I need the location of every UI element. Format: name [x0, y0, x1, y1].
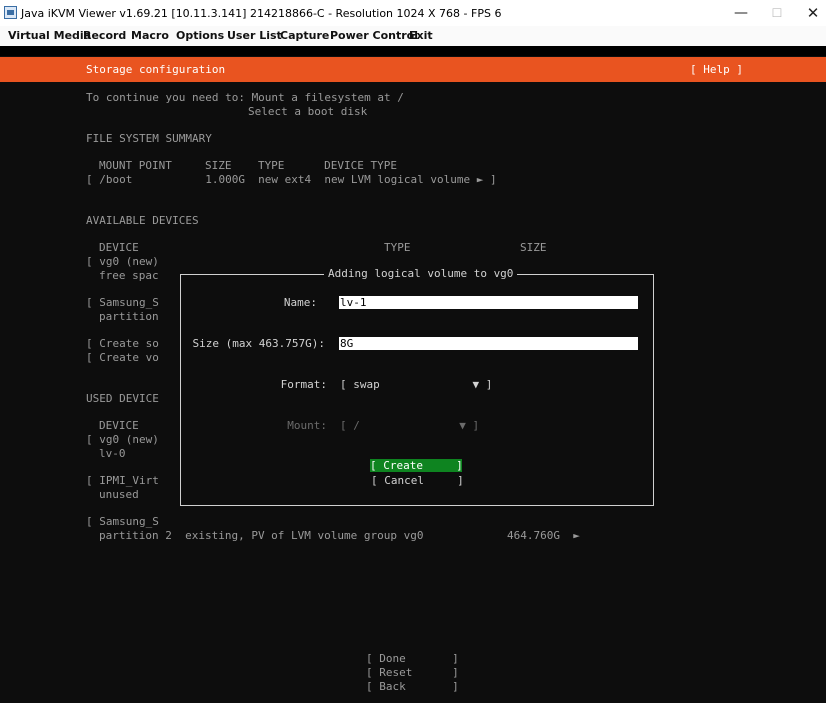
- available-type-col-header: TYPE: [384, 241, 411, 254]
- remote-screen[interactable]: Storage configuration [ Help ] To contin…: [0, 46, 826, 703]
- help-button[interactable]: [ Help ]: [690, 63, 743, 76]
- back-button[interactable]: [ Back ]: [366, 680, 459, 693]
- menu-exit[interactable]: Exit: [409, 29, 433, 42]
- mount-label: Mount:: [287, 419, 327, 432]
- window-titlebar: Java iKVM Viewer v1.69.21 [10.11.3.141] …: [0, 0, 826, 26]
- cancel-button[interactable]: [ Cancel ]: [371, 474, 464, 487]
- close-button[interactable]: ✕: [796, 0, 826, 26]
- dialog-title: Adding logical volume to vg0: [324, 267, 518, 280]
- menu-power-control[interactable]: Power Control: [330, 29, 418, 42]
- maximize-button[interactable]: ☐: [760, 0, 794, 26]
- create-software-raid-button[interactable]: [ Create so: [86, 337, 159, 350]
- available-device-col-header: DEVICE: [99, 241, 139, 254]
- used-ipmi-row[interactable]: [ IPMI_Virt: [86, 474, 159, 487]
- available-samsung-row[interactable]: [ Samsung_S: [86, 296, 159, 309]
- name-input[interactable]: lv-1: [339, 296, 638, 309]
- menu-options[interactable]: Options: [176, 29, 224, 42]
- used-vg0-row[interactable]: [ vg0 (new): [86, 433, 159, 446]
- screen-top-band: [0, 46, 826, 56]
- menu-user-list[interactable]: User List: [227, 29, 282, 42]
- intro-line-2: Select a boot disk: [248, 105, 368, 118]
- done-button[interactable]: [ Done ]: [366, 652, 459, 665]
- fs-summary-heading: FILE SYSTEM SUMMARY: [86, 132, 212, 145]
- used-partition-2: partition 2 existing, PV of LVM volume g…: [99, 529, 424, 542]
- create-button[interactable]: [ Create ]: [370, 459, 463, 472]
- menu-bar: Virtual Media Record Macro Options User …: [0, 26, 826, 47]
- mount-select: [ / ▼ ]: [340, 419, 480, 432]
- used-devices-heading: USED DEVICE: [86, 392, 159, 405]
- used-unused-label: unused: [99, 488, 139, 501]
- menu-virtual-media[interactable]: Virtual Media: [8, 29, 91, 42]
- format-label: Format:: [280, 378, 327, 391]
- menu-record[interactable]: Record: [83, 29, 126, 42]
- used-lv0: lv-0: [99, 447, 126, 460]
- available-size-col-header: SIZE: [520, 241, 547, 254]
- fs-summary-header: MOUNT POINT SIZE TYPE DEVICE TYPE: [99, 159, 398, 172]
- format-select[interactable]: [ swap ▼ ]: [340, 378, 492, 391]
- used-device-col-header: DEVICE: [99, 419, 139, 432]
- menu-capture[interactable]: Capture: [280, 29, 329, 42]
- available-free-space: free spac: [99, 269, 159, 282]
- name-label: Name:: [283, 296, 317, 309]
- available-vg0-row[interactable]: [ vg0 (new): [86, 255, 159, 268]
- intro-line-1: To continue you need to: Mount a filesys…: [86, 91, 404, 104]
- java-app-icon: [4, 6, 17, 19]
- size-input[interactable]: 8G: [339, 337, 638, 350]
- size-label: Size (max 463.757G):: [192, 337, 325, 350]
- used-partition-2-size[interactable]: 464.760G ►: [507, 529, 580, 542]
- fs-summary-row[interactable]: [ /boot 1.000G new ext4 new LVM logical …: [86, 173, 497, 186]
- installer-title: Storage configuration: [86, 63, 226, 76]
- installer-header-bar: Storage configuration [ Help ]: [0, 57, 826, 82]
- used-samsung-row[interactable]: [ Samsung_S: [86, 515, 159, 528]
- create-volume-group-button[interactable]: [ Create vo: [86, 351, 159, 364]
- available-partition: partition: [99, 310, 159, 323]
- available-devices-heading: AVAILABLE DEVICES: [86, 214, 199, 227]
- window-title: Java iKVM Viewer v1.69.21 [10.11.3.141] …: [21, 7, 502, 20]
- reset-button[interactable]: [ Reset ]: [366, 666, 459, 679]
- menu-macro[interactable]: Macro: [131, 29, 169, 42]
- minimize-button[interactable]: —: [724, 0, 758, 26]
